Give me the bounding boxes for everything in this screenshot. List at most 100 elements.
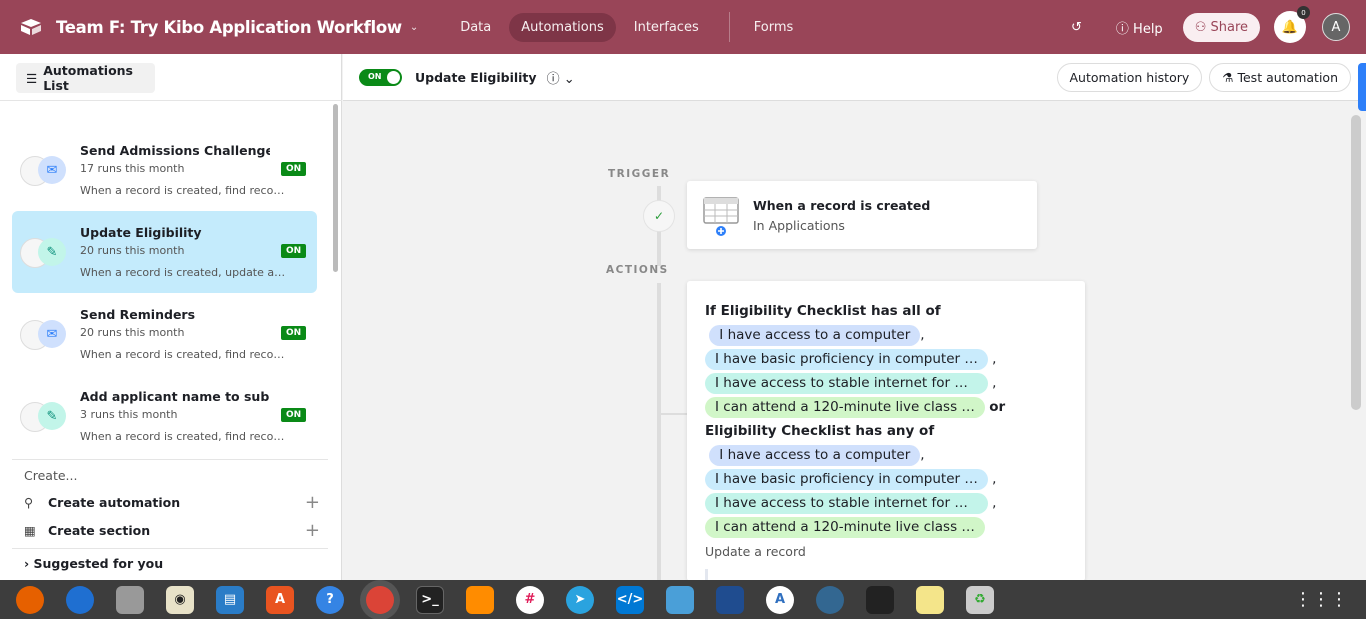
condition-text: If Eligibility Checklist has all of I ha… xyxy=(705,299,1005,539)
avatar[interactable]: A xyxy=(1322,13,1350,41)
trigger-label: TRIGGER xyxy=(608,168,671,180)
automation-description: When a record is created, find reco… xyxy=(80,430,285,443)
writer-icon[interactable]: ▤ xyxy=(216,585,244,614)
action-label: Update a record xyxy=(705,544,806,559)
create-heading: Create... xyxy=(24,468,78,483)
sidebar-scrollbar[interactable] xyxy=(333,104,338,272)
divider xyxy=(12,459,328,460)
condition-line-1: If Eligibility Checklist has all of xyxy=(705,303,941,319)
table-icon: ▦ xyxy=(24,523,36,538)
automation-description: When a record is created, update a… xyxy=(80,266,286,279)
action-card[interactable]: If Eligibility Checklist has all of I ha… xyxy=(687,281,1085,581)
test-automation-button[interactable]: ⚗ Test automation xyxy=(1209,62,1351,92)
nav-interfaces[interactable]: Interfaces xyxy=(622,13,711,42)
firefox-icon[interactable] xyxy=(16,585,44,614)
automations-list-button[interactable]: ☰ Automations List xyxy=(16,63,155,93)
automation-name: Update Eligibility xyxy=(80,225,202,240)
menu-icon: ☰ xyxy=(26,70,38,86)
suggested-section[interactable]: › Suggested for you xyxy=(24,556,163,572)
option-pill: I can attend a 120-minute live class … xyxy=(705,517,985,538)
automation-toggle[interactable]: ON xyxy=(359,68,402,86)
help-icon: ⓘ xyxy=(1115,21,1129,37)
chevron-down-icon[interactable]: ⌄ xyxy=(410,22,418,33)
automation-name: Add applicant name to subm… xyxy=(80,389,270,404)
divider xyxy=(0,100,342,101)
option-pill: I have basic proficiency in computer … xyxy=(705,469,988,490)
list-button-label: Automations List xyxy=(43,63,134,93)
toggle-label: ON xyxy=(368,71,382,81)
chevron-right-icon: › xyxy=(24,556,34,571)
status-badge: ON xyxy=(281,408,307,422)
automation-name: Send Admissions Challenge xyxy=(80,143,270,158)
flask-icon: ⚗ xyxy=(1222,69,1234,85)
automations-sidebar: ☰ Automations List ✉ Send Admissions Chal… xyxy=(0,54,342,580)
trigger-title: When a record is created xyxy=(753,198,931,213)
app-icon[interactable] xyxy=(866,585,894,614)
app-grid-icon[interactable]: ⋮⋮⋮ xyxy=(1294,589,1348,610)
option-pill: I have access to stable internet for … xyxy=(705,493,988,514)
status-badge: ON xyxy=(281,326,307,340)
create-section-label: Create section xyxy=(48,523,151,538)
notes-icon[interactable] xyxy=(916,585,944,614)
canvas-scrollbar[interactable] xyxy=(1351,115,1361,410)
automation-item[interactable]: ✉ Send Reminders 20 runs this month When… xyxy=(12,293,317,375)
option-pill: I have access to a computer xyxy=(709,445,921,466)
bell-icon: 🔔 xyxy=(1281,19,1299,35)
terminal-icon[interactable]: >_ xyxy=(416,585,444,614)
share-button[interactable]: ⚇ Share xyxy=(1182,12,1260,42)
divider xyxy=(728,12,730,42)
connector-line xyxy=(661,413,687,415)
thunderbird-icon[interactable] xyxy=(66,585,94,614)
people-icon: ⚇ xyxy=(1194,19,1207,35)
virtualbox-icon[interactable] xyxy=(716,585,744,614)
notifications-button[interactable]: 🔔 0 xyxy=(1274,6,1310,43)
nav-forms[interactable]: Forms xyxy=(742,13,806,42)
history-icon[interactable]: ↺ xyxy=(1071,20,1082,35)
trash-icon[interactable]: ♻ xyxy=(966,585,994,614)
app-center-icon[interactable]: A xyxy=(266,585,294,614)
automation-history-button[interactable]: Automation history xyxy=(1056,62,1203,92)
create-section-button[interactable]: ▦ Create section + xyxy=(24,520,320,541)
base-title[interactable]: Team F: Try Kibo Application Workflow xyxy=(56,18,402,37)
trigger-card[interactable]: When a record is created In Applications xyxy=(687,181,1037,249)
nav-data[interactable]: Data xyxy=(448,13,503,42)
pgadmin-icon[interactable] xyxy=(816,585,844,614)
slack-icon[interactable]: # xyxy=(516,585,544,614)
help-app-icon[interactable]: ? xyxy=(316,585,344,614)
notification-count: 0 xyxy=(1297,6,1310,19)
automation-item[interactable]: ✉ Send Admissions Challenge 17 runs this… xyxy=(12,129,317,211)
top-bar: Team F: Try Kibo Application Workflow ⌄ … xyxy=(0,0,1366,54)
automation-title[interactable]: Update Eligibility xyxy=(415,70,537,85)
info-icon[interactable]: ⓘ ⌄ xyxy=(547,68,575,87)
table-plus-icon xyxy=(703,197,739,236)
plus-icon: + xyxy=(304,492,320,513)
or-label: or xyxy=(989,399,1006,415)
app-logo-icon xyxy=(21,19,41,35)
rhythmbox-icon[interactable]: ◉ xyxy=(166,585,194,614)
toggle-knob xyxy=(387,70,400,84)
plus-icon: + xyxy=(304,520,320,541)
automation-runs: 20 runs this month xyxy=(80,244,185,257)
sublime-icon[interactable] xyxy=(466,585,494,614)
pencil-icon: ✎ xyxy=(38,402,66,430)
automation-description: When a record is created, find reco… xyxy=(80,348,285,361)
side-panel-handle[interactable] xyxy=(1358,63,1366,111)
automation-description: When a record is created, find reco… xyxy=(80,184,285,197)
nav-automations[interactable]: Automations xyxy=(509,12,616,42)
telegram-icon[interactable]: ➤ xyxy=(566,585,594,614)
help-button[interactable]: ⓘ Help xyxy=(1116,18,1163,37)
option-pill: I have basic proficiency in computer … xyxy=(705,349,988,370)
email-icon: ✉ xyxy=(38,156,66,184)
vscode-icon[interactable]: </> xyxy=(616,585,644,614)
automation-item[interactable]: ✎ Add applicant name to subm… 3 runs thi… xyxy=(12,375,317,457)
pencil-icon: ✎ xyxy=(38,238,66,266)
trigger-subtitle: In Applications xyxy=(753,218,845,233)
android-studio-icon[interactable]: A xyxy=(766,585,794,614)
files-icon[interactable] xyxy=(116,585,144,614)
create-automation-button[interactable]: ⚲ Create automation + xyxy=(24,492,320,513)
automation-item[interactable]: ✎ Update Eligibility 20 runs this month … xyxy=(12,211,317,293)
chrome-icon[interactable] xyxy=(366,585,394,614)
help-label: Help xyxy=(1133,21,1163,37)
workflow-canvas: TRIGGER ✓ When a record is created In Ap… xyxy=(343,63,1366,583)
shotwell-icon[interactable] xyxy=(666,585,694,614)
